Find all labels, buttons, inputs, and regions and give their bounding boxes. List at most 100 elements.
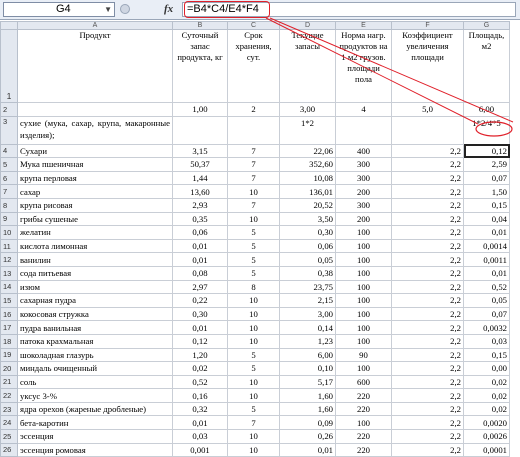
- product-cell[interactable]: ванилин: [17, 252, 173, 267]
- product-cell[interactable]: желатин: [17, 225, 173, 240]
- value-cell[interactable]: 0,07: [463, 170, 510, 186]
- value-cell[interactable]: 0,02: [463, 401, 510, 417]
- product-cell[interactable]: сахар: [17, 184, 173, 199]
- value-cell[interactable]: 2,2: [391, 252, 464, 267]
- value-cell[interactable]: 2,2: [391, 211, 464, 227]
- value-cell[interactable]: 2,97: [172, 279, 228, 295]
- product-cell[interactable]: пудра ванильная: [17, 320, 173, 335]
- value-cell[interactable]: 0,01: [463, 225, 510, 240]
- value-cell[interactable]: 0,01: [172, 415, 228, 431]
- chevron-down-icon[interactable]: ▼: [104, 3, 112, 16]
- value-cell[interactable]: 2,2: [391, 143, 464, 159]
- row-header[interactable]: 7: [0, 184, 18, 199]
- value-cell[interactable]: 0,35: [172, 211, 228, 227]
- value-cell[interactable]: 0,15: [463, 347, 510, 363]
- column-header[interactable]: D: [279, 21, 336, 30]
- value-cell[interactable]: 0,00: [463, 361, 510, 376]
- value-cell[interactable]: 10: [227, 374, 280, 390]
- value-cell[interactable]: 10: [227, 333, 280, 349]
- value-cell[interactable]: 0,01: [172, 252, 228, 267]
- value-cell[interactable]: 220: [335, 429, 392, 444]
- value-cell[interactable]: 2,2: [391, 347, 464, 363]
- row-header[interactable]: 19: [0, 347, 18, 363]
- cell[interactable]: 1*2: [279, 115, 336, 145]
- value-cell[interactable]: 100: [335, 333, 392, 349]
- value-cell[interactable]: 7: [227, 143, 280, 159]
- value-cell[interactable]: 10: [227, 442, 280, 457]
- value-cell[interactable]: 0,30: [172, 306, 228, 322]
- cell[interactable]: 4: [335, 102, 392, 117]
- value-cell[interactable]: 2,2: [391, 279, 464, 295]
- product-cell[interactable]: патока крахмальная: [17, 333, 173, 349]
- value-cell[interactable]: 10: [227, 293, 280, 308]
- value-cell[interactable]: 2,2: [391, 320, 464, 335]
- row-header[interactable]: 4: [0, 143, 18, 159]
- value-cell[interactable]: 7: [227, 415, 280, 431]
- row-header[interactable]: 18: [0, 333, 18, 349]
- value-cell[interactable]: 7: [227, 170, 280, 186]
- row-header[interactable]: 26: [0, 442, 18, 457]
- value-cell[interactable]: 352,60: [279, 157, 336, 172]
- column-header[interactable]: F: [391, 21, 464, 30]
- cell[interactable]: [335, 115, 392, 145]
- row-header[interactable]: 20: [0, 361, 18, 376]
- value-cell[interactable]: 1,23: [279, 333, 336, 349]
- row-header[interactable]: 3: [0, 115, 18, 145]
- value-cell[interactable]: 0,52: [172, 374, 228, 390]
- value-cell[interactable]: 0,06: [279, 238, 336, 254]
- value-cell[interactable]: 0,0001: [463, 442, 510, 457]
- row-header[interactable]: 12: [0, 252, 18, 267]
- value-cell[interactable]: 0,01: [463, 265, 510, 281]
- row-header[interactable]: 21: [0, 374, 18, 390]
- value-cell[interactable]: 0,02: [463, 374, 510, 390]
- row-header[interactable]: 16: [0, 306, 18, 322]
- value-cell[interactable]: 2,2: [391, 306, 464, 322]
- product-cell[interactable]: Сухари: [17, 143, 173, 159]
- value-cell[interactable]: 1,60: [279, 401, 336, 417]
- value-cell[interactable]: 400: [335, 143, 392, 159]
- row-header[interactable]: 8: [0, 197, 18, 213]
- value-cell[interactable]: 0,0014: [463, 238, 510, 254]
- value-cell[interactable]: 0,02: [463, 388, 510, 403]
- value-cell[interactable]: 2,2: [391, 225, 464, 240]
- cell[interactable]: [172, 115, 228, 145]
- column-header[interactable]: C: [227, 21, 280, 30]
- value-cell[interactable]: 7: [227, 197, 280, 213]
- value-cell[interactable]: 100: [335, 252, 392, 267]
- value-cell[interactable]: 5: [227, 238, 280, 254]
- value-cell[interactable]: 100: [335, 238, 392, 254]
- header-cell[interactable]: Срок хранения, сут.: [227, 29, 280, 103]
- value-cell[interactable]: 0,01: [172, 320, 228, 335]
- value-cell[interactable]: 220: [335, 388, 392, 403]
- row-header[interactable]: 22: [0, 388, 18, 403]
- product-cell[interactable]: соль: [17, 374, 173, 390]
- select-all-corner[interactable]: [0, 21, 18, 30]
- row-header[interactable]: 2: [0, 102, 18, 117]
- row-header[interactable]: 10: [0, 225, 18, 240]
- value-cell[interactable]: 0,02: [172, 361, 228, 376]
- header-cell[interactable]: Площадь, м2: [463, 29, 510, 103]
- product-cell[interactable]: кислота лимонная: [17, 238, 173, 254]
- product-cell[interactable]: уксус 3-%: [17, 388, 173, 403]
- value-cell[interactable]: 10: [227, 184, 280, 199]
- value-cell[interactable]: 220: [335, 401, 392, 417]
- value-cell[interactable]: 2,2: [391, 429, 464, 444]
- cell[interactable]: 6,00: [463, 102, 510, 117]
- value-cell[interactable]: 300: [335, 170, 392, 186]
- value-cell[interactable]: 0,30: [279, 225, 336, 240]
- row-header[interactable]: 13: [0, 265, 18, 281]
- product-cell[interactable]: эссенция ромовая: [17, 442, 173, 457]
- value-cell[interactable]: 100: [335, 225, 392, 240]
- product-cell[interactable]: грибы сушеные: [17, 211, 173, 227]
- value-cell[interactable]: 100: [335, 293, 392, 308]
- value-cell[interactable]: 0,16: [172, 388, 228, 403]
- row-header[interactable]: 17: [0, 320, 18, 335]
- product-cell[interactable]: ядра орехов (жареные дробленые): [17, 401, 173, 417]
- product-cell[interactable]: сода питьевая: [17, 265, 173, 281]
- value-cell[interactable]: 0,06: [172, 225, 228, 240]
- value-cell[interactable]: 2,59: [463, 157, 510, 172]
- value-cell[interactable]: 2,93: [172, 197, 228, 213]
- value-cell[interactable]: 0,08: [172, 265, 228, 281]
- value-cell[interactable]: 2,2: [391, 361, 464, 376]
- value-cell[interactable]: 0,01: [172, 238, 228, 254]
